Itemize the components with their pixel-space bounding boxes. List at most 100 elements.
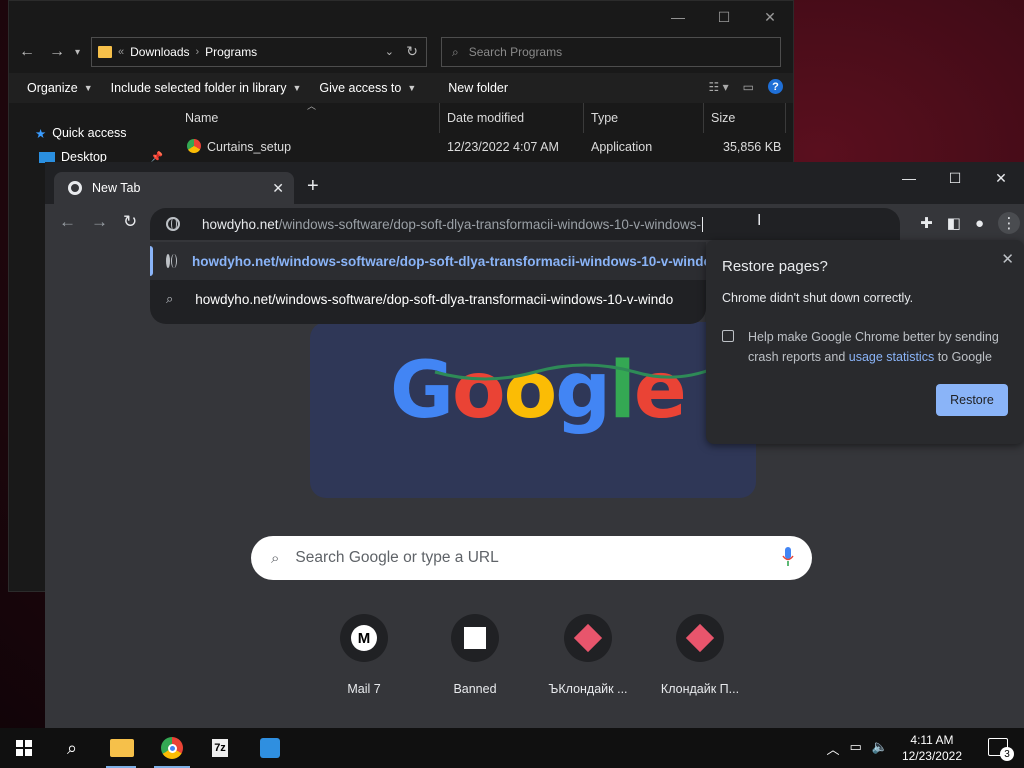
- include-in-library-button[interactable]: Include selected folder in library ▼: [111, 81, 302, 95]
- search-icon[interactable]: ⌕: [58, 734, 86, 762]
- extensions-icon[interactable]: ✚: [920, 214, 933, 232]
- breadcrumb-separator: ›: [195, 46, 200, 58]
- network-icon[interactable]: ▭: [850, 739, 862, 758]
- suggestion-row[interactable]: howdyho.net/windows-software/dop-soft-dl…: [150, 242, 706, 280]
- url-text[interactable]: howdyho.net/windows-software/dop-soft-dl…: [202, 216, 842, 232]
- view-options-icon[interactable]: ☷ ▾: [709, 80, 729, 94]
- new-folder-button[interactable]: New folder: [448, 81, 508, 95]
- help-icon[interactable]: ?: [768, 79, 783, 94]
- forward-arrow-icon[interactable]: →: [49, 43, 65, 61]
- omnibox[interactable]: howdyho.net/windows-software/dop-soft-dl…: [150, 208, 900, 240]
- back-arrow-icon[interactable]: ←: [59, 212, 76, 232]
- ntp-search-box[interactable]: ⌕ Search Google or type a URL: [251, 536, 812, 580]
- close-icon[interactable]: ✕: [1001, 250, 1014, 268]
- restore-button[interactable]: Restore: [936, 384, 1008, 416]
- clock[interactable]: 4:11 AM 12/23/2022: [902, 732, 962, 764]
- notification-badge: 3: [1000, 747, 1014, 761]
- mic-icon[interactable]: [782, 547, 794, 567]
- breadcrumb-programs[interactable]: Programs: [205, 45, 257, 59]
- maximize-button[interactable]: ☐: [932, 162, 978, 194]
- refresh-icon[interactable]: ↻: [406, 43, 418, 60]
- ibeam-cursor-icon: I: [757, 212, 762, 229]
- explorer-search-input[interactable]: ⌕ Search Programs: [441, 37, 781, 67]
- url-domain: howdyho.net: [202, 216, 279, 232]
- forward-arrow-icon[interactable]: →: [91, 212, 108, 232]
- close-button[interactable]: ✕: [747, 1, 793, 33]
- give-access-button[interactable]: Give access to ▼: [319, 81, 416, 95]
- chrome-icon[interactable]: [158, 734, 186, 762]
- restore-pages-bubble: Restore pages? ✕ Chrome didn't shut down…: [706, 240, 1024, 444]
- tab-title: New Tab: [92, 181, 141, 195]
- menu-dots-icon[interactable]: ⋮: [998, 212, 1020, 234]
- klondike-icon: [685, 623, 715, 653]
- breadcrumb-overflow: «: [118, 46, 125, 58]
- restore-message: Chrome didn't shut down correctly.: [722, 291, 914, 305]
- chevron-down-icon[interactable]: ⌄: [385, 45, 394, 58]
- close-tab-icon[interactable]: ✕: [272, 180, 284, 197]
- suggestion-row[interactable]: ⌕ howdyho.net/windows-software/dop-soft-…: [150, 280, 706, 318]
- file-name: Curtains_setup: [207, 140, 292, 154]
- shortcut-icon: [676, 614, 724, 662]
- app-icon[interactable]: [256, 734, 284, 762]
- taskbar: ⌕ 7z ︿ ▭ 🔈 4:11 AM 12/23/2022 3: [0, 728, 1024, 768]
- tab-new-tab[interactable]: New Tab ✕: [54, 172, 294, 204]
- recent-locations-icon[interactable]: ▾: [75, 47, 80, 58]
- text-cursor: [701, 216, 703, 232]
- chrome-window: New Tab ✕ + — ☐ ✕ ← → ↻ howdyho.net/wind…: [45, 162, 1024, 728]
- shortcut-icon: [451, 614, 499, 662]
- system-tray: ︿ ▭ 🔈: [827, 739, 889, 758]
- usage-statistics-link[interactable]: usage statistics: [849, 350, 934, 364]
- reload-icon[interactable]: ↻: [123, 212, 137, 232]
- shortcut-tile[interactable]: Клондайк П...: [650, 614, 750, 696]
- start-icon[interactable]: [10, 734, 38, 762]
- column-type[interactable]: Type: [591, 111, 618, 125]
- address-bar[interactable]: « Downloads › Programs ⌄ ↻: [91, 37, 427, 67]
- include-label: Include selected folder in library: [110, 81, 287, 95]
- chevron-up-icon[interactable]: ︿: [827, 739, 840, 758]
- sort-up-icon: ︿: [307, 101, 317, 111]
- shortcut-tile[interactable]: ЪКлондайк ...: [538, 614, 638, 696]
- column-name[interactable]: Name: [185, 111, 218, 125]
- nav-item-quick-access[interactable]: ★ Quick access: [9, 121, 167, 145]
- sword-icon: [464, 627, 486, 649]
- volume-icon[interactable]: 🔈: [872, 739, 888, 758]
- back-arrow-icon[interactable]: ←: [19, 43, 35, 61]
- file-size: 35,856 KB: [723, 140, 782, 154]
- file-explorer-icon[interactable]: [108, 734, 136, 762]
- caret-icon: ▼: [407, 83, 417, 93]
- chrome-toolbar: ← → ↻ howdyho.net/windows-software/dop-s…: [45, 204, 1024, 242]
- profile-icon[interactable]: ●: [975, 215, 984, 232]
- explorer-toolbar: Organize ▼ Include selected folder in lib…: [9, 73, 793, 103]
- file-row[interactable]: Curtains_setup 12/23/2022 4:07 AM Applic…: [167, 133, 793, 161]
- maximize-button[interactable]: ☐: [701, 1, 747, 33]
- minimize-button[interactable]: —: [886, 162, 932, 194]
- new-tab-button[interactable]: +: [307, 176, 319, 196]
- caret-icon: ▼: [83, 83, 93, 93]
- shortcut-icon: M: [340, 614, 388, 662]
- url-path: /windows-software/dop-soft-dlya-transfor…: [278, 216, 701, 232]
- column-date[interactable]: Date modified: [447, 111, 524, 125]
- close-button[interactable]: ✕: [978, 162, 1024, 194]
- crash-report-option[interactable]: Help make Google Chrome better by sendin…: [722, 327, 1008, 367]
- column-size[interactable]: Size: [711, 111, 735, 125]
- organize-button[interactable]: Organize ▼: [27, 81, 93, 95]
- globe-icon: [166, 217, 180, 231]
- breadcrumb-downloads[interactable]: Downloads: [130, 45, 189, 59]
- shortcut-tile[interactable]: M Mail 7: [314, 614, 414, 696]
- suggestion-text: howdyho.net/windows-software/dop-soft-dl…: [195, 291, 674, 307]
- shortcut-label: Mail 7: [347, 682, 381, 696]
- shortcut-tile[interactable]: Banned: [425, 614, 525, 696]
- chrome-tab-icon: [68, 181, 82, 195]
- crash-report-checkbox[interactable]: [722, 330, 734, 342]
- shortcut-icon: [564, 614, 612, 662]
- lights-garland: [434, 363, 716, 381]
- notification-icon[interactable]: 3: [988, 738, 1014, 761]
- minimize-button[interactable]: —: [655, 1, 701, 33]
- globe-icon: [166, 254, 177, 268]
- 7zip-icon[interactable]: 7z: [206, 734, 234, 762]
- star-icon: ★: [35, 126, 47, 141]
- explorer-titlebar: — ☐ ✕: [9, 1, 793, 33]
- shortcut-label: Banned: [453, 682, 497, 696]
- side-panel-icon[interactable]: ◧: [947, 214, 961, 232]
- preview-pane-icon[interactable]: ▭: [743, 80, 754, 94]
